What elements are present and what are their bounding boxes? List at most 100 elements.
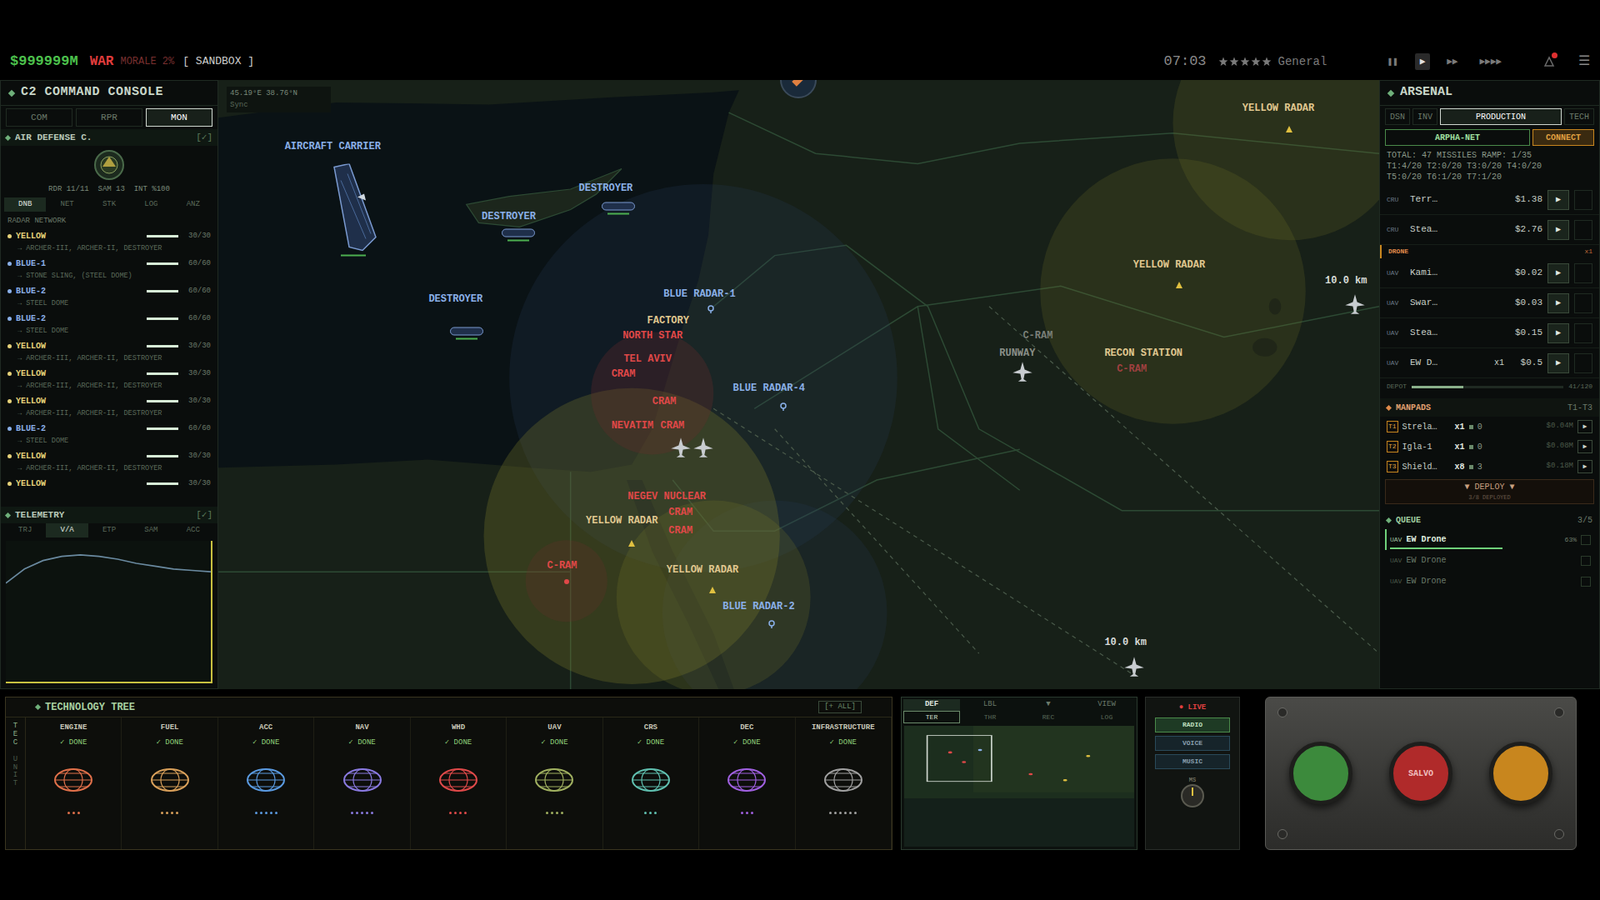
minimap-layer-tab[interactable]: REC <box>1020 710 1077 724</box>
expand-all-button[interactable]: [+ ALL] <box>818 700 862 715</box>
deploy-item-button[interactable]: ▶ <box>1577 440 1593 454</box>
arsenal-tab[interactable]: PRODUCTION <box>1440 108 1562 125</box>
arsenal-tab[interactable]: TECH <box>1564 108 1595 125</box>
launch-button[interactable] <box>1289 741 1353 805</box>
network-button[interactable]: ARPHA-NET <box>1385 129 1530 146</box>
radar-row[interactable]: BLUE-260/60→ STEEL DOME <box>7 422 211 450</box>
tech-column[interactable]: FUEL✓ DONE <box>121 717 218 850</box>
destroyer-icon[interactable] <box>601 202 635 215</box>
map-label[interactable]: TEL AVIV <box>623 353 672 365</box>
yellow-radar-icon[interactable] <box>707 585 718 595</box>
radar-row[interactable]: BLUE-260/60→ STEEL DOME <box>7 285 211 313</box>
yellow-radar-icon[interactable] <box>1284 124 1295 135</box>
arsenal-tab[interactable]: DSN <box>1385 108 1410 125</box>
map-label[interactable]: YELLOW RADAR <box>1242 102 1315 115</box>
manpads-row[interactable]: T1Strela…x10$0.04M▶ <box>1380 416 1600 437</box>
radar-row[interactable]: YELLOW30/30→ ARCHER-III, ARCHER-II, DEST… <box>7 367 211 395</box>
telemetry-tab[interactable]: ETP <box>88 523 130 538</box>
arsenal-item[interactable]: UAVSwar…$0.03▶ <box>1380 288 1600 319</box>
manpads-row[interactable]: T3Shield…x83$0.18M▶ <box>1380 456 1600 477</box>
map-label[interactable]: 10.0 km <box>1325 275 1367 287</box>
telemetry-tab[interactable]: V/A <box>45 523 88 538</box>
map-label[interactable]: C-RAM <box>1116 363 1147 375</box>
launch-button[interactable] <box>1489 741 1553 805</box>
deploy-button[interactable]: ▼ DEPLOY ▼3/8 DEPLOYED <box>1385 479 1595 505</box>
tech-column[interactable]: ACC✓ DONE <box>218 717 315 850</box>
manpads-row[interactable]: T2Igla-1x10$0.08M▶ <box>1380 436 1600 457</box>
build-button[interactable]: ▶ <box>1547 263 1570 284</box>
radar-row[interactable]: YELLOW30/30 <box>7 477 211 502</box>
speed-button[interactable]: ▶▶▶▶ <box>1475 53 1508 71</box>
radio-button[interactable]: MUSIC <box>1155 754 1230 770</box>
blue-radar-icon[interactable] <box>778 401 789 412</box>
map-label[interactable]: C-RAM <box>546 560 577 572</box>
map-label[interactable]: CRAM <box>668 506 693 519</box>
minimap-tab[interactable]: VIEW <box>1078 699 1135 711</box>
map-label[interactable]: YELLOW RADAR <box>585 515 658 527</box>
aircraft-icon[interactable] <box>670 436 692 459</box>
blue-radar-icon[interactable] <box>766 619 777 630</box>
aircraft-icon[interactable] <box>1123 655 1145 678</box>
map-label[interactable]: BLUE RADAR-2 <box>722 600 795 613</box>
tech-column[interactable]: ENGINE✓ DONE <box>25 717 122 850</box>
tech-column[interactable]: NAV✓ DONE <box>314 717 410 850</box>
tech-column[interactable]: WHD✓ DONE <box>410 717 507 850</box>
radar-row[interactable]: YELLOW30/30→ ARCHER-III, ARCHER-II, DEST… <box>7 450 211 478</box>
tech-column[interactable]: CRS✓ DONE <box>603 717 700 850</box>
tech-column[interactable]: INFRASTRUCTURE✓ DONE <box>795 717 892 850</box>
minimap-tab[interactable]: ▼ <box>1020 699 1077 711</box>
alert-icon[interactable] <box>1543 55 1555 68</box>
map-label[interactable]: CRAM <box>660 420 685 432</box>
radio-button[interactable]: VOICE <box>1155 735 1230 751</box>
arsenal-tab[interactable]: INV <box>1412 108 1438 125</box>
queue-item[interactable]: UAVEW Drone63% <box>1385 529 1595 550</box>
build-button[interactable]: ▶ <box>1547 353 1570 374</box>
telemetry-tab[interactable]: TRJ <box>4 523 46 538</box>
minimap-layer-tab[interactable]: THR <box>961 710 1019 724</box>
arsenal-item[interactable]: CRUStea…$2.76▶ <box>1380 215 1600 245</box>
aircraft-icon[interactable] <box>1011 360 1034 383</box>
arsenal-item[interactable]: UAVKami…$0.02▶ <box>1380 258 1600 289</box>
minimap-view[interactable] <box>904 725 1135 847</box>
map-label[interactable]: FACTORY <box>647 315 690 327</box>
subtab[interactable]: STK <box>88 197 130 212</box>
arsenal-item[interactable]: UAVEW D…x1$0.5▶ <box>1380 348 1600 379</box>
menu-button[interactable]: ☰ <box>1578 51 1590 72</box>
side-tab[interactable]: UNIT <box>11 755 20 790</box>
manpads-header[interactable]: MANPADST1-T3 <box>1380 398 1600 417</box>
minimap-tab[interactable]: LBL <box>961 699 1019 711</box>
deploy-item-button[interactable]: ▶ <box>1577 460 1593 474</box>
map[interactable]: 45.19°E 38.76°NSyncAIRCRAFT CARRIERDESTR… <box>218 80 1380 690</box>
extra-button[interactable] <box>1574 353 1593 374</box>
queue-item[interactable]: UAVEW Drone <box>1385 550 1595 571</box>
extra-button[interactable] <box>1574 220 1593 240</box>
map-label[interactable]: YELLOW RADAR <box>1133 259 1205 271</box>
tech-column[interactable]: UAV✓ DONE <box>506 717 603 850</box>
extra-button[interactable] <box>1574 323 1593 344</box>
map-label[interactable]: NEGEV NUCLEAR <box>627 490 706 503</box>
connect-button[interactable]: CONNECT <box>1532 129 1595 146</box>
map-label[interactable]: CRAM <box>668 525 693 537</box>
map-label[interactable]: BLUE RADAR-1 <box>663 288 735 300</box>
telemetry-header[interactable]: TELEMETRY[✓] <box>0 506 218 524</box>
arsenal-item[interactable]: CRUTerr…$1.38▶ <box>1380 185 1600 215</box>
subtab[interactable]: DNB <box>4 197 46 212</box>
aircraft-icon[interactable] <box>692 436 715 459</box>
radio-button[interactable]: RADIO <box>1155 717 1230 733</box>
map-label[interactable]: RUNWAY <box>999 347 1035 360</box>
carrier-icon[interactable] <box>324 163 383 256</box>
build-button[interactable]: ▶ <box>1547 293 1570 314</box>
yellow-radar-icon[interactable] <box>1174 280 1185 290</box>
speed-button[interactable]: ▶ <box>1415 53 1431 71</box>
map-label[interactable]: DESTROYER <box>578 182 633 195</box>
subtab[interactable]: ANZ <box>172 197 215 212</box>
tech-column[interactable]: DEC✓ DONE <box>699 717 795 850</box>
destroyer-icon[interactable] <box>450 326 484 340</box>
cram-icon[interactable] <box>564 579 570 585</box>
radar-row[interactable]: YELLOW30/30→ ARCHER-III, ARCHER-II, DEST… <box>7 230 211 258</box>
arsenal-item[interactable]: UAVStea…$0.15▶ <box>1380 318 1600 349</box>
minimap-tab[interactable]: DEF <box>903 699 960 711</box>
blue-radar-icon[interactable] <box>705 304 716 315</box>
volume-knob[interactable]: MS <box>1180 775 1205 809</box>
map-label[interactable]: DESTROYER <box>428 293 483 305</box>
